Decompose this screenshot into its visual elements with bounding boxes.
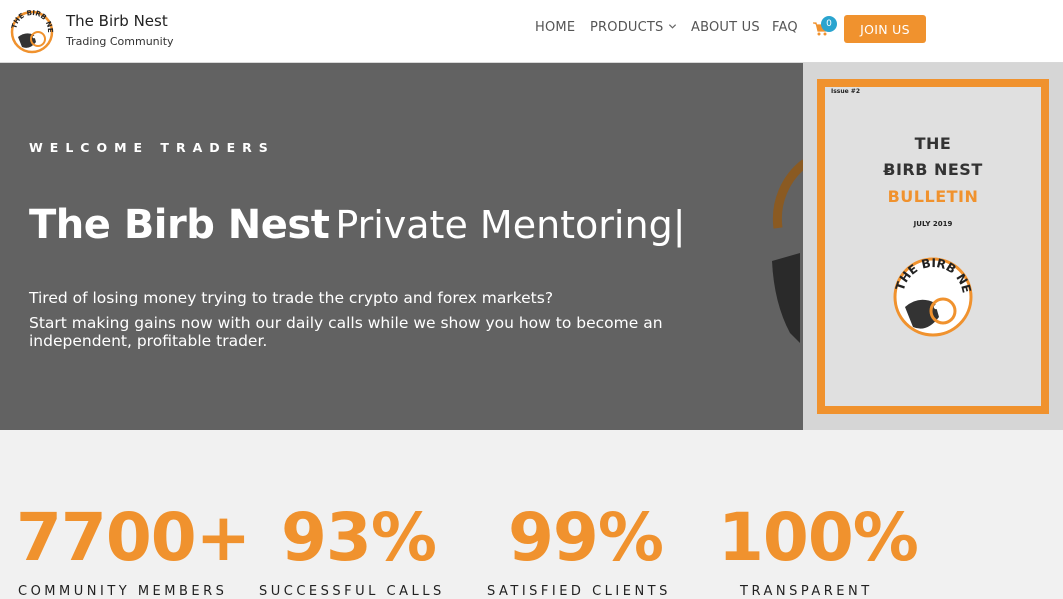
- bulletin-title-line-1: THE: [914, 134, 952, 153]
- cart-count-badge: 0: [821, 16, 837, 32]
- bulletin-issue: Issue #2: [831, 88, 861, 95]
- hero-headline: The Birb Nest Private Mentoring|: [29, 203, 686, 247]
- stat-label: COMMUNITY MEMBERS: [18, 584, 228, 599]
- bulletin-panel: Issue #2 THE ɃIRB NEST BULLETIN JULY 201…: [803, 63, 1063, 430]
- hero-eyebrow: WELCOME TRADERS: [29, 140, 275, 155]
- nav-faq-link[interactable]: FAQ: [772, 20, 798, 35]
- bulletin-title-line-3: BULLETIN: [887, 187, 979, 206]
- hero-headline-strong: The Birb Nest: [29, 202, 330, 248]
- hero-paragraph-1: Tired of losing money trying to trade th…: [29, 289, 554, 307]
- bulletin-date: JULY 2019: [913, 220, 953, 228]
- stat-value: 7700+: [16, 499, 251, 576]
- decorative-logo-fragment: [772, 159, 803, 343]
- chevron-down-icon[interactable]: [668, 22, 677, 31]
- typing-cursor: |: [672, 203, 686, 247]
- join-us-button[interactable]: JOIN US: [844, 15, 926, 43]
- main-nav: HOME PRODUCTS ABOUT US FAQ 0 JOIN US: [0, 0, 1063, 63]
- stat-value: 93%: [281, 499, 437, 576]
- nav-products-link[interactable]: PRODUCTS: [590, 20, 664, 35]
- stat-label: SUCCESSFUL CALLS: [259, 584, 445, 599]
- bulletin-cover[interactable]: Issue #2 THE ɃIRB NEST BULLETIN JULY 201…: [817, 79, 1049, 414]
- bulletin-title-line-2: ɃIRB NEST: [883, 160, 983, 179]
- hero-paragraph-2: Start making gains now with our daily ca…: [29, 314, 663, 350]
- site-header: THE BIRB NEST The Birb Nest Trading Comm…: [0, 0, 1063, 63]
- nav-about-us-link[interactable]: ABOUT US: [691, 20, 760, 35]
- hero-headline-light: Private Mentoring: [335, 203, 673, 247]
- hero-section: WELCOME TRADERS The Birb Nest Private Men…: [0, 63, 803, 430]
- stat-label: TRANSPARENT: [740, 584, 873, 599]
- stat-label: SATISFIED CLIENTS: [487, 584, 671, 599]
- stat-value: 100%: [718, 499, 919, 576]
- bulletin-birb-logo: THE BIRB NEST: [891, 255, 974, 337]
- nav-home-link[interactable]: HOME: [535, 20, 575, 35]
- stat-value: 99%: [508, 499, 664, 576]
